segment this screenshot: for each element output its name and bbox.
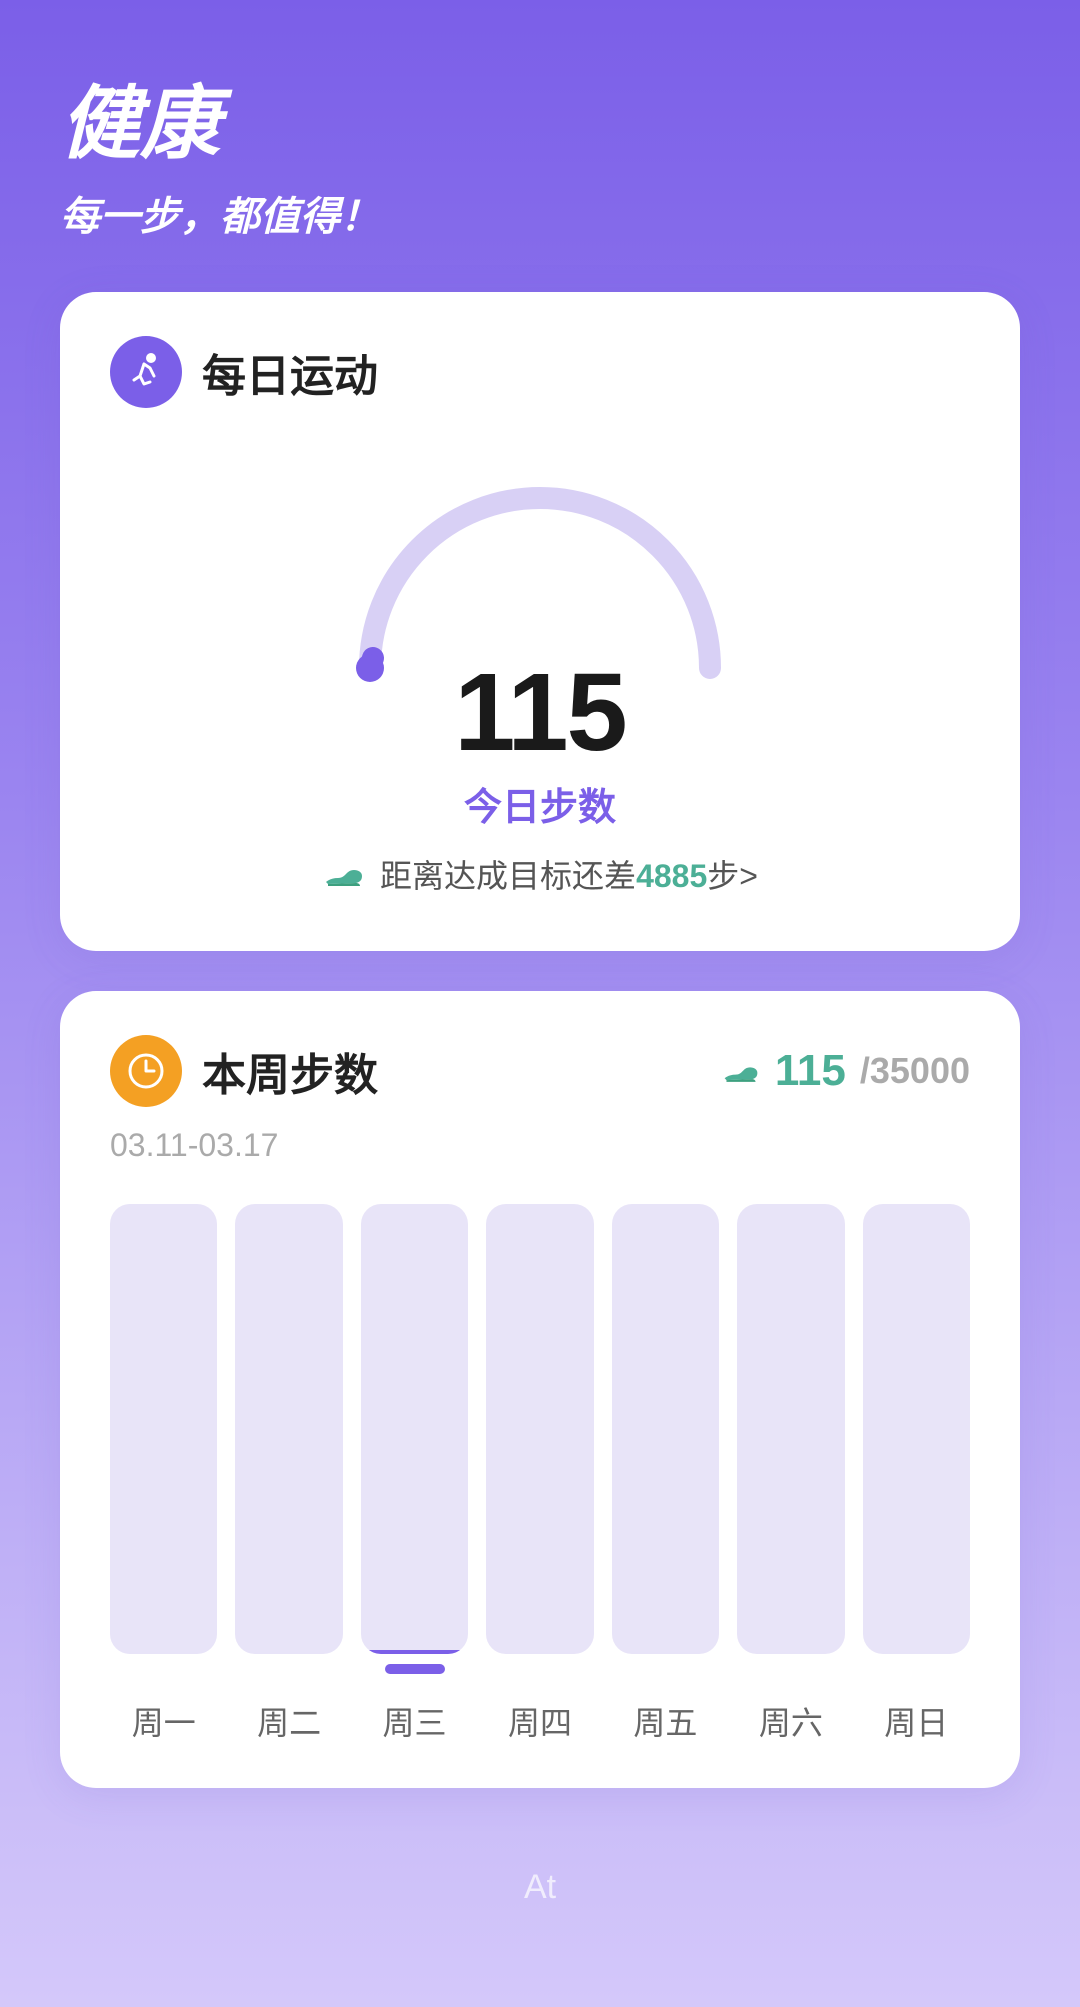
daily-steps-number: 115	[454, 658, 625, 768]
runner-icon	[124, 350, 168, 394]
page-title: 健康	[60, 80, 1020, 168]
bar-track	[110, 1204, 217, 1654]
daily-card-title: 每日运动	[202, 340, 378, 404]
weekly-title-row: 本周步数	[110, 1035, 378, 1107]
weekly-card-title: 本周步数	[202, 1039, 378, 1103]
bar-column: 周五	[612, 1204, 719, 1744]
steps-goal-row: 距离达成目标还差4885步>	[322, 851, 758, 897]
weekly-steps-card: 本周步数 115 /35000 03.11-03.17 周一 周二 周三 周四 周五 周六…	[60, 991, 1020, 1788]
bar-track	[235, 1204, 342, 1654]
bar-track	[863, 1204, 970, 1654]
clock-icon	[124, 1049, 168, 1093]
bar-track	[612, 1204, 719, 1654]
weekly-total-steps: /35000	[860, 1050, 970, 1092]
bar-day-label: 周二	[257, 1698, 321, 1744]
daily-icon-circle	[110, 336, 182, 408]
bottom-label: At	[60, 1828, 1020, 1907]
bar-column: 周一	[110, 1204, 217, 1744]
bar-day-label: 周三	[383, 1698, 447, 1744]
daily-exercise-card: 每日运动 115 今日步数 距离达成	[60, 292, 1020, 951]
daily-steps-label: 今日步数	[464, 776, 616, 831]
bar-column: 周四	[486, 1204, 593, 1744]
bar-day-label: 周四	[508, 1698, 572, 1744]
daily-card-header: 每日运动	[110, 336, 970, 408]
daily-title-row: 每日运动	[110, 336, 378, 408]
page-container: 健康 每一步，都值得！ 每日运动	[0, 0, 1080, 2007]
weekly-card-header: 本周步数 115 /35000	[110, 1035, 970, 1107]
page-subtitle: 每一步，都值得！	[60, 184, 1020, 242]
bar-fill	[361, 1650, 468, 1655]
bar-track	[486, 1204, 593, 1654]
bar-day-label: 周一	[132, 1698, 196, 1744]
weekly-date-range: 03.11-03.17	[110, 1127, 970, 1164]
weekly-current-steps: 115	[775, 1046, 846, 1096]
bar-column: 周二	[235, 1204, 342, 1744]
bar-column: 周日	[863, 1204, 970, 1744]
shoe-icon	[322, 852, 366, 896]
bar-day-label: 周五	[633, 1698, 697, 1744]
bar-track	[737, 1204, 844, 1654]
bar-day-label: 周日	[884, 1698, 948, 1744]
bar-column: 周三	[361, 1204, 468, 1744]
steps-goal-highlight: 4885	[636, 858, 707, 894]
bar-column: 周六	[737, 1204, 844, 1744]
weekly-steps-value: 115 /35000	[721, 1046, 970, 1096]
bar-active-indicator	[385, 1664, 445, 1674]
bar-track	[361, 1204, 468, 1654]
bar-day-label: 周六	[759, 1698, 823, 1744]
weekly-icon-circle	[110, 1035, 182, 1107]
steps-goal-text: 距离达成目标还差4885步>	[380, 851, 758, 897]
weekly-shoe-icon	[721, 1051, 761, 1091]
bar-chart: 周一 周二 周三 周四 周五 周六 周日	[110, 1204, 970, 1744]
header: 健康 每一步，都值得！	[60, 80, 1020, 292]
gauge-container: 115 今日步数 距离达成目标还差4885步>	[110, 428, 970, 907]
